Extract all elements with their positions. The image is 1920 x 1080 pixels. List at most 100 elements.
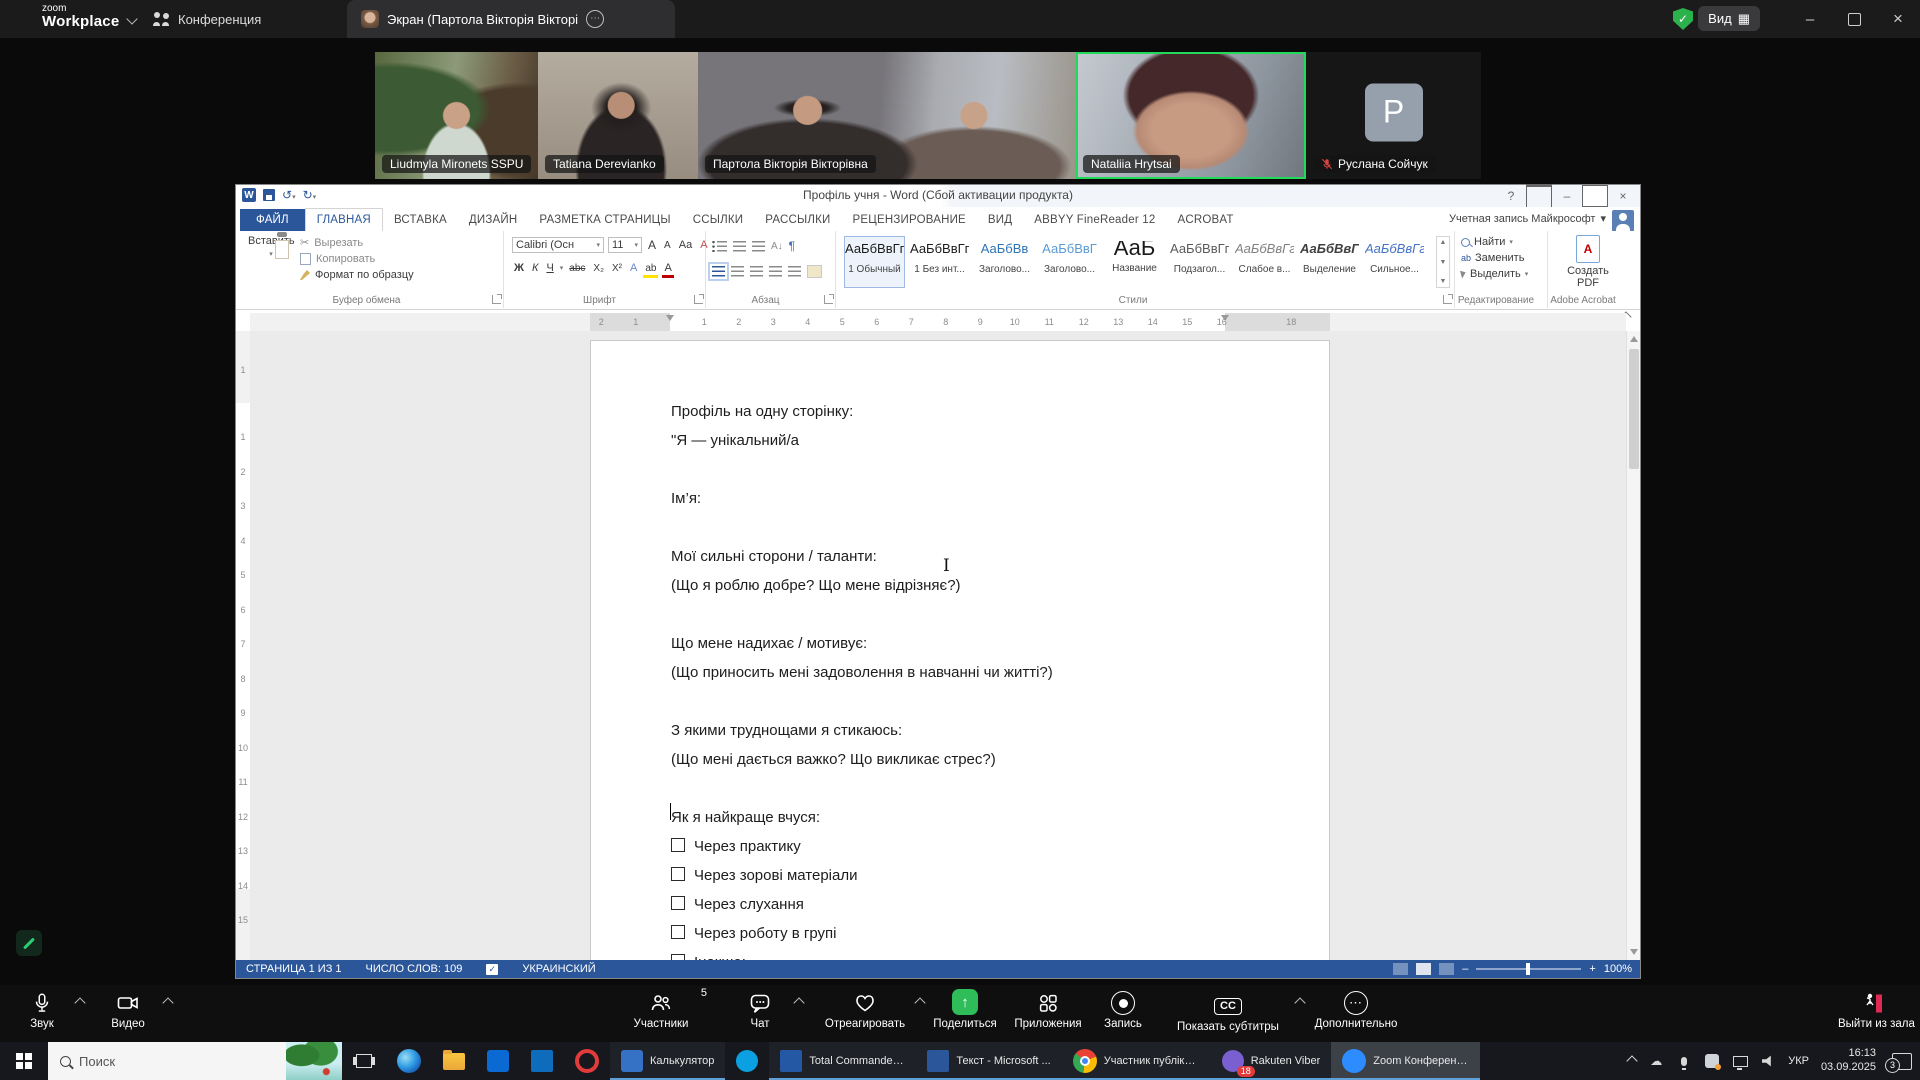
- taskbar-app[interactable]: [725, 1042, 769, 1080]
- paragraph-marks-icon[interactable]: ¶: [789, 239, 795, 253]
- task-view-button[interactable]: [342, 1042, 386, 1080]
- ribbon-tab[interactable]: РАССЫЛКИ: [754, 209, 841, 231]
- zoom-level[interactable]: 100%: [1604, 963, 1632, 975]
- font-color-button[interactable]: А: [662, 261, 673, 275]
- document-line[interactable]: Через роботу в групі: [671, 919, 1249, 948]
- start-button[interactable]: [0, 1042, 48, 1080]
- web-layout-button[interactable]: [1439, 963, 1454, 975]
- copy-button[interactable]: Копировать: [300, 253, 414, 265]
- taskbar-app[interactable]: [520, 1042, 564, 1080]
- notification-center-icon[interactable]: 3: [1892, 1053, 1912, 1070]
- document-line[interactable]: Мої сильні сторони / таланти:: [671, 542, 1249, 571]
- dialog-launcher-icon[interactable]: [1443, 295, 1452, 304]
- indent-marker[interactable]: [666, 315, 674, 321]
- ribbon-tab[interactable]: ACROBAT: [1166, 209, 1244, 231]
- account-avatar[interactable]: [1612, 210, 1634, 232]
- document-line[interactable]: (Що мені дається важко? Що викликає стре…: [671, 745, 1249, 774]
- cut-button[interactable]: ✂Вырезать: [300, 236, 414, 249]
- read-mode-button[interactable]: [1393, 963, 1408, 975]
- style-item[interactable]: АаБбВвГг Сильное...: [1364, 236, 1425, 288]
- chevron-down-icon[interactable]: ▾: [560, 264, 564, 272]
- ribbon-tab[interactable]: ССЫЛКИ: [682, 209, 755, 231]
- taskbar-app[interactable]: [476, 1042, 520, 1080]
- chevron-down-icon[interactable]: [126, 13, 137, 24]
- zoom-in-button[interactable]: +: [1589, 963, 1595, 975]
- style-item[interactable]: АаБбВвГгД 1 Без инт...: [909, 236, 970, 288]
- taskbar-search[interactable]: Поиск: [48, 1042, 342, 1080]
- zoom-slider-thumb[interactable]: [1526, 963, 1530, 975]
- styles-scrollbar[interactable]: ▲ ▼ ▼: [1436, 236, 1450, 288]
- taskbar-app[interactable]: [386, 1042, 432, 1080]
- react-options-icon[interactable]: [914, 997, 925, 1008]
- ribbon-tab[interactable]: ГЛАВНАЯ: [305, 208, 383, 231]
- tray-app-icon[interactable]: [1704, 1053, 1720, 1069]
- replace-button[interactable]: abЗаменить: [1461, 252, 1528, 264]
- dialog-launcher-icon[interactable]: [492, 295, 501, 304]
- italic-button[interactable]: К: [530, 261, 540, 275]
- line-spacing-button[interactable]: [788, 266, 801, 277]
- document-line[interactable]: Профіль на одну сторінку:: [671, 397, 1249, 426]
- zoom-slider[interactable]: [1476, 968, 1581, 970]
- document-line[interactable]: Як я найкраще вчуся:: [671, 803, 1249, 832]
- taskbar-app[interactable]: [432, 1042, 476, 1080]
- align-center-button[interactable]: [731, 266, 744, 277]
- onedrive-icon[interactable]: ☁: [1648, 1053, 1664, 1069]
- apps-button[interactable]: Приложения: [1008, 989, 1088, 1030]
- text-effects-button[interactable]: А: [628, 261, 639, 275]
- vertical-scrollbar[interactable]: [1626, 331, 1640, 960]
- more-button[interactable]: ⋯ Дополнительно: [1308, 989, 1404, 1030]
- strikethrough-button[interactable]: abc: [567, 262, 587, 275]
- find-button[interactable]: Найти▾: [1461, 236, 1528, 248]
- document-line[interactable]: Ім’я:: [671, 484, 1249, 513]
- word-close-button[interactable]: ×: [1610, 186, 1636, 206]
- style-item[interactable]: АаБбВвГг Выделение: [1299, 236, 1360, 288]
- word-titlebar[interactable]: W ↺▾ ↻▾ Профіль учня - Word (Сбой актива…: [236, 185, 1640, 207]
- font-size-select[interactable]: 11▾: [608, 237, 642, 253]
- input-language[interactable]: УКР: [1788, 1055, 1809, 1067]
- scroll-up-icon[interactable]: [1630, 336, 1638, 342]
- participants-button[interactable]: 5 Участники: [625, 989, 697, 1030]
- select-button[interactable]: Выделить▾: [1461, 268, 1528, 280]
- scroll-down-icon[interactable]: [1630, 949, 1638, 955]
- ribbon-tab[interactable]: ВИД: [977, 209, 1023, 231]
- document-line[interactable]: "Я — унікальний/а: [671, 426, 1249, 455]
- taskbar-app[interactable]: Участник публікац...: [1062, 1042, 1211, 1080]
- align-right-button[interactable]: [750, 266, 763, 277]
- video-options-icon[interactable]: [162, 997, 173, 1008]
- font-name-select[interactable]: Calibri (Осн▾: [512, 237, 604, 253]
- vertical-ruler[interactable]: 1 123456789101112131415: [236, 331, 250, 960]
- participant-video[interactable]: Партола Вікторія Вікторівна: [698, 52, 1076, 179]
- document-page[interactable]: Профіль на одну сторінку: "Я — унікальни…: [590, 340, 1330, 960]
- audio-button[interactable]: Звук: [14, 989, 70, 1030]
- document-area[interactable]: Профіль на одну сторінку: "Я — унікальни…: [250, 331, 1626, 960]
- styles-more-icon[interactable]: ▼: [1440, 278, 1447, 285]
- tray-expand-icon[interactable]: [1627, 1055, 1638, 1066]
- taskbar-app[interactable]: Zoom Конференц...: [1331, 1042, 1480, 1080]
- language-indicator[interactable]: УКРАИНСКИЙ: [522, 963, 595, 975]
- word-count[interactable]: ЧИСЛО СЛОВ: 109: [366, 963, 463, 975]
- paste-button[interactable]: Вставить ▾: [248, 235, 294, 297]
- document-line[interactable]: З якими труднощами я стикаюсь:: [671, 716, 1249, 745]
- style-item[interactable]: АаБбВвГг Подзагол...: [1169, 236, 1230, 288]
- create-pdf-button[interactable]: A Создать PDF: [1548, 235, 1628, 289]
- page-indicator[interactable]: СТРАНИЦА 1 ИЗ 1: [246, 963, 342, 975]
- participant-video[interactable]: P Руслана Сойчук: [1306, 52, 1481, 179]
- horizontal-ruler[interactable]: 21 12345678910111213141516 18: [250, 313, 1626, 331]
- superscript-button[interactable]: X²: [610, 262, 624, 275]
- word-restore-button[interactable]: [1582, 186, 1608, 206]
- style-item[interactable]: АаБбВвГ Заголово...: [1039, 236, 1100, 288]
- dialog-launcher-icon[interactable]: [694, 295, 703, 304]
- change-case-button[interactable]: Аа: [677, 238, 695, 252]
- participant-video[interactable]: Tatiana Derevianko: [538, 52, 698, 179]
- participant-video[interactable]: Nataliia Hrytsai: [1076, 52, 1306, 179]
- style-item[interactable]: АаБбВвГгД 1 Обычный: [844, 236, 905, 288]
- share-button[interactable]: ↑ Поделиться: [928, 989, 1002, 1030]
- format-painter-button[interactable]: Формат по образцу: [300, 269, 414, 281]
- multilevel-list-icon[interactable]: [752, 241, 765, 252]
- shading-button[interactable]: [807, 265, 822, 278]
- taskbar-app[interactable]: Rakuten Viber 18: [1211, 1042, 1332, 1080]
- search-highlight-image[interactable]: [286, 1042, 342, 1080]
- record-button[interactable]: Запись: [1095, 989, 1151, 1030]
- clock[interactable]: 16:13 03.09.2025: [1821, 1047, 1876, 1075]
- tab-meeting[interactable]: Конференция: [138, 0, 275, 38]
